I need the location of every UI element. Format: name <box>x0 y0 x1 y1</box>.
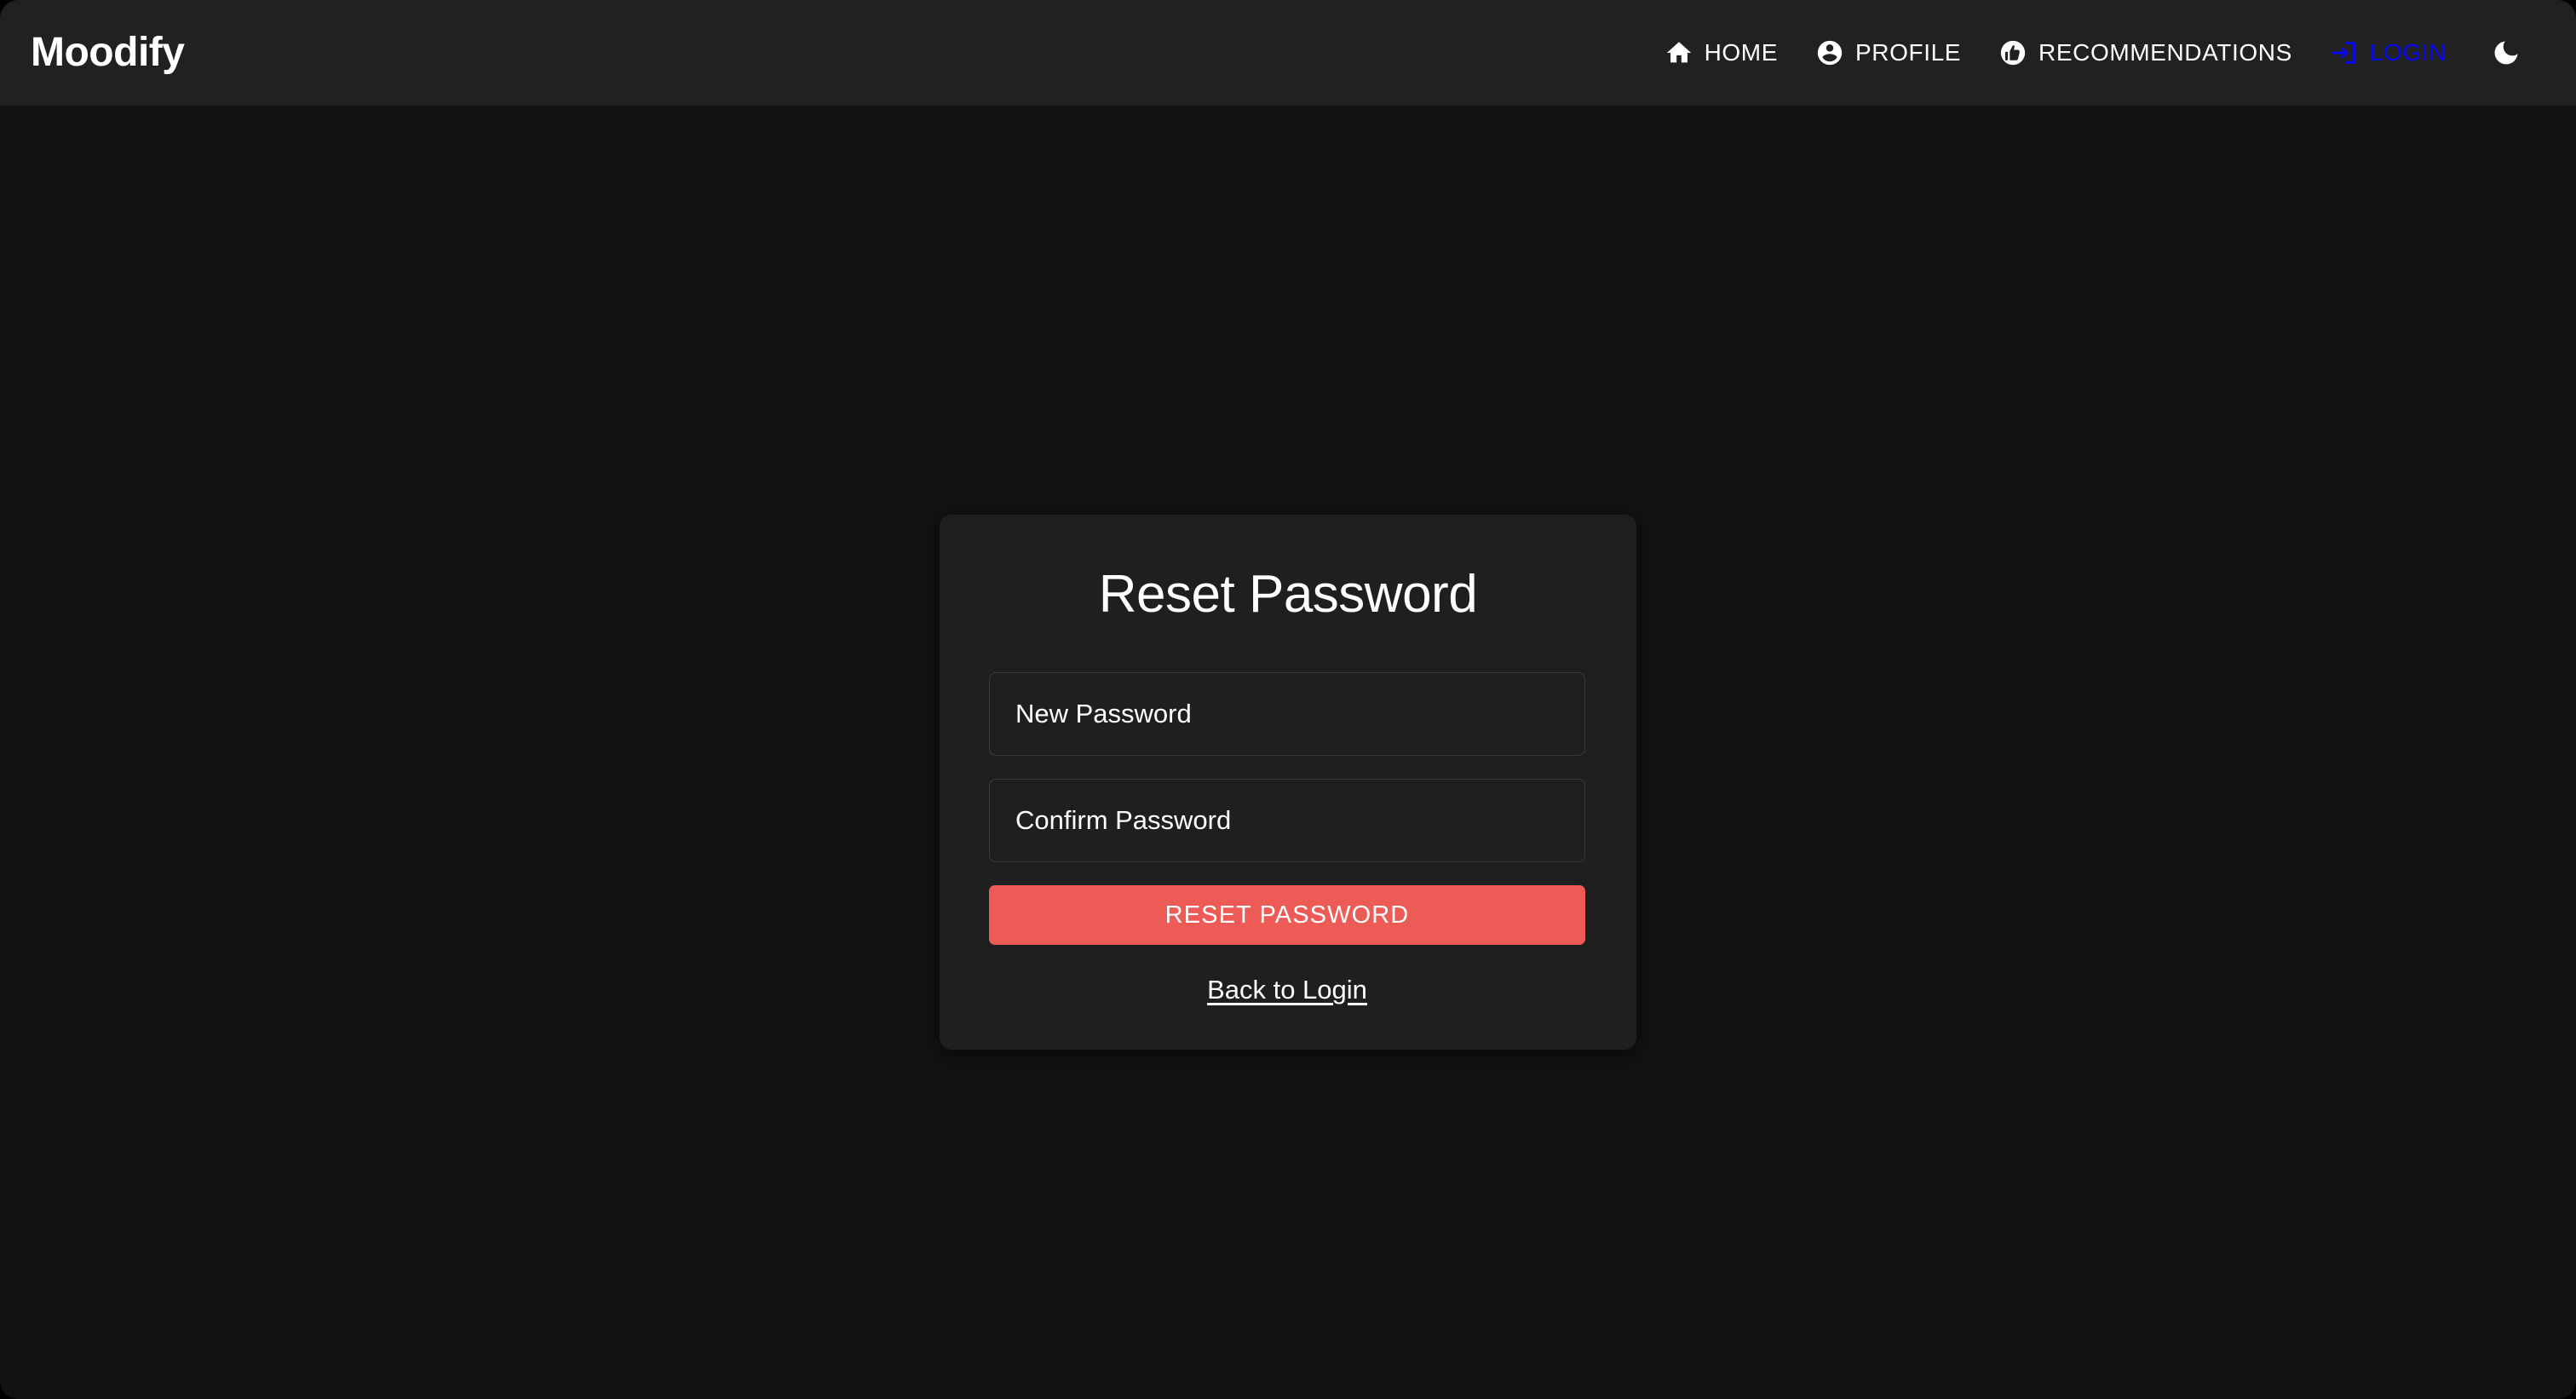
confirm-password-input[interactable] <box>990 780 1584 862</box>
reset-password-card: Reset Password RESET PASSWORD Back to Lo… <box>940 515 1636 1051</box>
nav-item-recommendations[interactable]: RECOMMENDATIONS <box>1980 26 2311 79</box>
moon-icon <box>2491 37 2521 68</box>
home-icon <box>1665 38 1693 67</box>
page-body: Reset Password RESET PASSWORD Back to Lo… <box>0 106 2576 1399</box>
nav-item-home[interactable]: HOME <box>1646 26 1797 79</box>
nav-item-login[interactable]: LOGIN <box>2311 26 2465 79</box>
nav-item-home-label: HOME <box>1704 39 1779 66</box>
account-circle-icon <box>1815 38 1844 67</box>
nav-item-profile-label: PROFILE <box>1855 39 1962 66</box>
theme-toggle-button[interactable] <box>2475 22 2537 83</box>
page-title: Reset Password <box>1098 565 1478 624</box>
browser-window: Moodify HOME PROFILE RECOMMENDATIONS LOG… <box>0 0 2576 1399</box>
back-to-login-link[interactable]: Back to Login <box>1207 975 1367 1005</box>
back-link-row: Back to Login <box>989 975 1585 1005</box>
login-arrow-icon <box>2330 38 2359 67</box>
thumb-up-circle-icon <box>1998 38 2027 67</box>
nav-item-login-label: LOGIN <box>2369 39 2447 66</box>
reset-password-button[interactable]: RESET PASSWORD <box>989 885 1585 946</box>
navbar: Moodify HOME PROFILE RECOMMENDATIONS LOG… <box>0 0 2576 106</box>
brand-logo[interactable]: Moodify <box>31 32 185 73</box>
new-password-field[interactable] <box>989 672 1585 757</box>
confirm-password-field[interactable] <box>989 779 1585 863</box>
navbar-links: HOME PROFILE RECOMMENDATIONS LOGIN <box>1646 22 2537 83</box>
nav-item-profile[interactable]: PROFILE <box>1797 26 1980 79</box>
nav-item-recommendations-label: RECOMMENDATIONS <box>2038 39 2292 66</box>
new-password-input[interactable] <box>990 673 1584 756</box>
